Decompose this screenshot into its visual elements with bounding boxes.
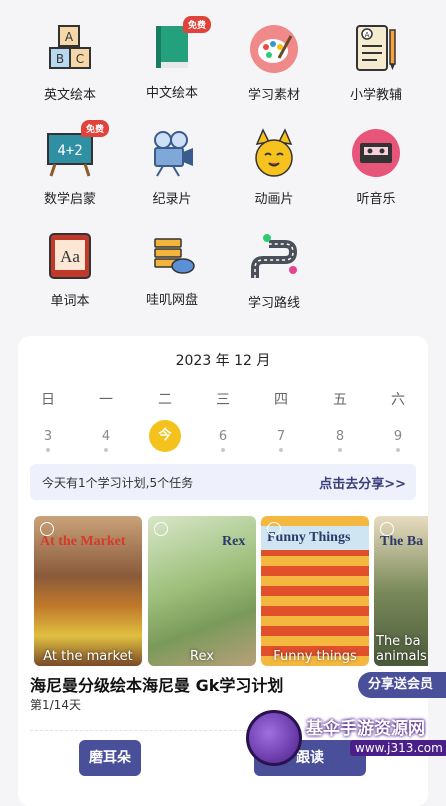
cartoon-cat-icon bbox=[247, 128, 301, 178]
menu-cloud-drive[interactable]: 哇叽网盘 bbox=[122, 208, 222, 308]
watermark-logo-icon bbox=[246, 710, 302, 766]
svg-text:B: B bbox=[56, 52, 64, 66]
book-card[interactable]: At the Market At the market bbox=[34, 516, 142, 666]
exam-paper-icon: A bbox=[349, 24, 403, 74]
menu-label: 学习路线 bbox=[247, 296, 300, 311]
watermark-name: 基伞手游资源网 bbox=[306, 719, 425, 739]
day-marker-dot bbox=[104, 448, 108, 452]
book-caption: At the market bbox=[43, 649, 133, 664]
calendar-month[interactable]: 2023 年 12 月 bbox=[18, 350, 428, 370]
book-cover-title: Rex bbox=[222, 534, 246, 549]
calendar-day[interactable]: 4 bbox=[86, 429, 126, 444]
course-progress: 第1/14天 bbox=[30, 698, 81, 712]
menu-vocabulary-book[interactable]: Aa 单词本 bbox=[20, 208, 120, 309]
weekday-label: 一 bbox=[99, 392, 113, 408]
paint-palette-icon bbox=[247, 24, 301, 74]
share-membership-button[interactable]: 分享送会员 bbox=[358, 672, 446, 698]
dictionary-icon: Aa bbox=[43, 232, 97, 280]
weekday-label: 六 bbox=[391, 392, 405, 408]
today-plan-bar: 今天有1个学习计划,5个任务 点击去分享>> bbox=[30, 464, 416, 500]
cloud-drive-icon bbox=[145, 232, 199, 279]
day-marker-dot bbox=[46, 448, 50, 452]
weekday-label: 四 bbox=[274, 392, 288, 408]
menu-label: 听音乐 bbox=[356, 192, 396, 207]
svg-text:Aa: Aa bbox=[60, 247, 80, 266]
menu-math-enlightenment[interactable]: 4+2 免费 数学启蒙 bbox=[20, 104, 120, 207]
menu-label: 动画片 bbox=[254, 192, 294, 207]
course-title[interactable]: 海尼曼分级绘本海尼曼 Gk学习计划 bbox=[30, 672, 283, 696]
calendar-day[interactable]: 8 bbox=[320, 429, 360, 444]
menu-label: 数学启蒙 bbox=[43, 192, 96, 207]
menu-documentaries[interactable]: 纪录片 bbox=[122, 104, 222, 207]
calendar-day[interactable]: 3 bbox=[28, 429, 68, 444]
book-cover-title: At the Market bbox=[40, 534, 126, 549]
day-marker-dot bbox=[338, 448, 342, 452]
book-select-radio[interactable] bbox=[380, 522, 394, 536]
weekday-label: 五 bbox=[333, 392, 347, 408]
menu-english-picture-books[interactable]: A B C 英文绘本 bbox=[20, 0, 120, 103]
book-carousel[interactable]: At the Market At the market Rex Rex Funn… bbox=[34, 516, 428, 668]
watermark: 基伞手游资源网 www.j313.com bbox=[246, 706, 446, 796]
menu-cartoons[interactable]: 动画片 bbox=[224, 104, 324, 207]
book-select-radio[interactable] bbox=[40, 522, 54, 536]
calendar-day-today[interactable]: 今 bbox=[149, 420, 181, 452]
cassette-icon bbox=[349, 128, 403, 178]
day-marker-dot bbox=[279, 448, 283, 452]
menu-primary-school-materials[interactable]: A 小学教辅 bbox=[326, 0, 426, 103]
svg-text:A: A bbox=[365, 31, 370, 39]
math-chalkboard-icon: 4+2 免费 bbox=[43, 120, 109, 178]
menu-learning-path[interactable]: 学习路线 bbox=[224, 208, 324, 311]
menu-music[interactable]: 听音乐 bbox=[326, 104, 426, 207]
abc-blocks-icon: A B C bbox=[43, 24, 97, 74]
menu-study-materials[interactable]: 学习素材 bbox=[224, 0, 324, 103]
road-map-icon bbox=[247, 232, 301, 282]
calendar-day[interactable]: 7 bbox=[261, 429, 301, 444]
day-marker-dot bbox=[396, 448, 400, 452]
menu-label: 单词本 bbox=[50, 294, 90, 309]
watermark-url: www.j313.com bbox=[350, 740, 446, 756]
book-card[interactable]: Funny Things Funny things bbox=[261, 516, 369, 666]
free-badge: 免费 bbox=[80, 120, 109, 137]
book-card[interactable]: The Ba The ba animals bbox=[374, 516, 428, 666]
green-book-icon: 免费 bbox=[145, 16, 211, 72]
menu-label: 学习素材 bbox=[247, 88, 300, 103]
moerduo-button[interactable]: 磨耳朵 bbox=[79, 740, 141, 776]
book-caption: Funny things bbox=[273, 649, 357, 664]
menu-label: 英文绘本 bbox=[43, 88, 96, 103]
book-cover-title: The Ba bbox=[380, 534, 424, 549]
calendar-day[interactable]: 9 bbox=[378, 429, 418, 444]
svg-text:C: C bbox=[76, 52, 84, 66]
svg-text:4+2: 4+2 bbox=[57, 143, 82, 159]
today-plan-text: 今天有1个学习计划,5个任务 bbox=[42, 476, 194, 490]
menu-label: 纪录片 bbox=[152, 192, 192, 207]
book-select-radio[interactable] bbox=[154, 522, 168, 536]
day-marker-dot bbox=[221, 448, 225, 452]
menu-label: 中文绘本 bbox=[145, 86, 198, 101]
calendar-day[interactable]: 6 bbox=[203, 429, 243, 444]
book-card[interactable]: Rex Rex bbox=[148, 516, 256, 666]
book-select-radio[interactable] bbox=[267, 522, 281, 536]
book-caption: Rex bbox=[190, 649, 214, 664]
menu-label: 小学教辅 bbox=[349, 88, 402, 103]
menu-chinese-picture-books[interactable]: 免费 中文绘本 bbox=[122, 0, 222, 101]
weekday-label: 三 bbox=[216, 392, 230, 408]
film-camera-icon bbox=[145, 128, 199, 178]
book-caption: The ba animals bbox=[376, 634, 427, 664]
menu-label: 哇叽网盘 bbox=[145, 293, 198, 308]
weekday-label: 日 bbox=[41, 392, 55, 408]
free-badge: 免费 bbox=[182, 16, 211, 33]
svg-text:A: A bbox=[65, 30, 74, 44]
weekday-label: 二 bbox=[158, 392, 172, 408]
share-plan-link[interactable]: 点击去分享>> bbox=[319, 473, 406, 492]
